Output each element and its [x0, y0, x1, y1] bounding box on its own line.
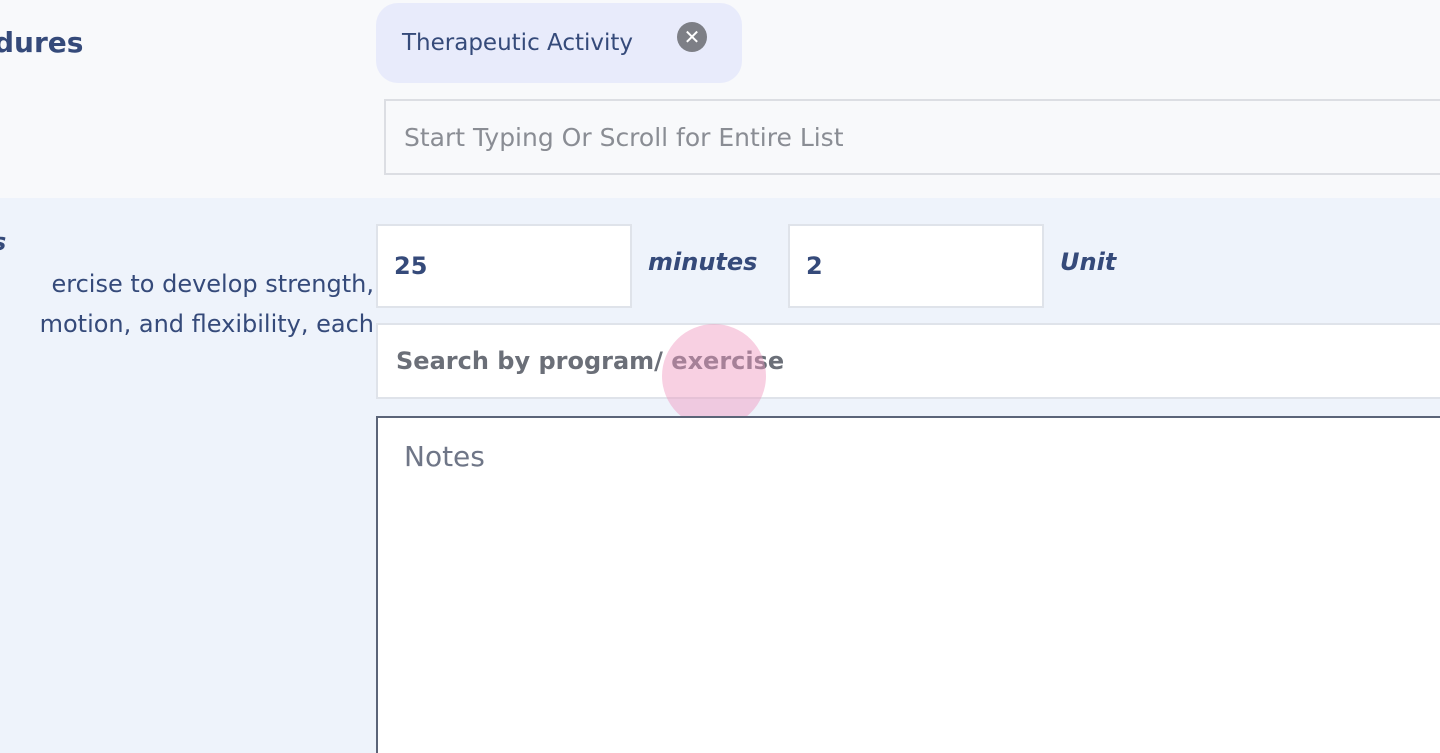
activity-description: ercise to develop strength, motion, and …	[0, 264, 374, 344]
activity-description-line: motion, and flexibility, each	[39, 310, 374, 338]
procedures-section: dures Therapeutic Activity ✕	[0, 0, 1440, 198]
activity-name: s	[0, 228, 6, 256]
activity-description-line: ercise to develop strength,	[51, 270, 375, 298]
selected-procedure-chip: Therapeutic Activity ✕	[376, 3, 742, 83]
program-exercise-search-input[interactable]	[376, 323, 1440, 399]
procedure-search-input[interactable]	[384, 99, 1440, 175]
minutes-input[interactable]	[376, 224, 632, 308]
units-label: Unit	[1060, 248, 1117, 276]
procedures-heading: dures	[0, 26, 84, 59]
chip-label: Therapeutic Activity	[402, 30, 634, 56]
procedures-panel: dures Therapeutic Activity ✕ s ercise to…	[0, 0, 1440, 753]
notes-textarea[interactable]	[376, 416, 1440, 753]
minutes-label: minutes	[648, 248, 758, 276]
close-circle-icon[interactable]: ✕	[677, 22, 707, 52]
units-input[interactable]	[788, 224, 1044, 308]
